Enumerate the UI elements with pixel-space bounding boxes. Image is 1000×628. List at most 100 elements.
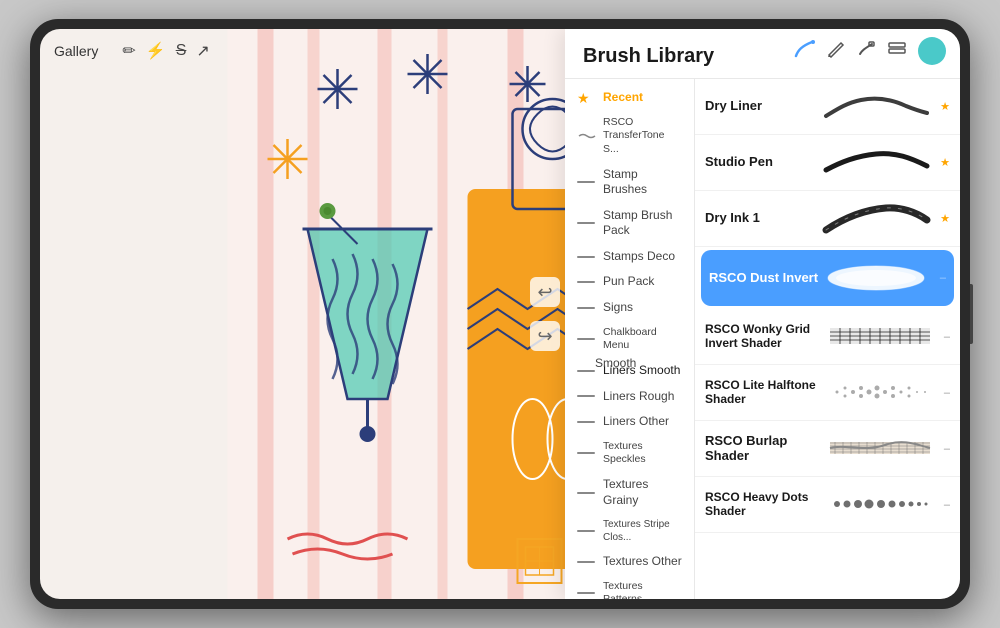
brush-item-rsco-lite[interactable]: RSCO Lite Halftone Shader [695, 365, 960, 421]
category-item-liners-smooth[interactable]: Liners Smooth [565, 358, 694, 384]
tex-stripe-icon [577, 524, 597, 538]
brush-item-studio-pen[interactable]: Studio Pen ★ [695, 135, 960, 191]
brush-item-dry-ink[interactable]: Dry Ink 1 ★ [695, 191, 960, 247]
category-item-stamps-deco[interactable]: Stamps Deco [565, 244, 694, 270]
category-label-recent: Recent [603, 90, 643, 106]
brush-name-rsco-lite: RSCO Lite Halftone Shader [705, 378, 825, 406]
smudge-tool-icon[interactable] [856, 40, 876, 63]
category-item-signs[interactable]: Signs [565, 295, 694, 321]
side-toolbar: ↩ ↪ [530, 277, 560, 351]
category-label-liners-rough: Liners Rough [603, 389, 674, 405]
brush-info-rsco-lite: RSCO Lite Halftone Shader [705, 378, 825, 408]
category-label-tex-stripe: Textures Stripe Clos... [603, 518, 682, 544]
stamp-icon [577, 175, 597, 189]
brush-name-dry-liner: Dry Liner [705, 98, 821, 113]
liners-rough-icon [577, 389, 597, 403]
toolbar-icons: ✏ ⚡ S ↗ [122, 41, 209, 61]
brush-name-rsco-burlap: RSCO Burlap Shader [705, 433, 825, 463]
brush-info-rsco-heavy: RSCO Heavy Dots Shader [705, 490, 825, 520]
category-item-tex-grainy[interactable]: Textures Grainy [565, 472, 694, 513]
brush-info-dry-ink: Dry Ink 1 [705, 210, 821, 227]
brush-name-studio-pen: Studio Pen [705, 154, 821, 169]
brush-preview-rsco-burlap [825, 430, 940, 468]
brush-item-rsco-dust[interactable]: RSCO Dust Invert – [701, 250, 954, 306]
liners-smooth-icon [577, 364, 597, 378]
category-item-stamp-pack[interactable]: Stamp Brush Pack [565, 203, 694, 244]
top-bar: Gallery ✏ ⚡ S ↗ [40, 29, 960, 73]
rsco-lite-star: – [944, 387, 950, 399]
chalkboard-icon [577, 332, 597, 346]
category-label-liners-other: Liners Other [603, 414, 669, 430]
undo-icon[interactable]: ↩ [530, 277, 560, 307]
ipad-screen: Gallery ✏ ⚡ S ↗ [40, 29, 960, 599]
category-label-stamp-pack: Stamp Brush Pack [603, 208, 682, 239]
stamp-pack-icon [577, 216, 597, 230]
dry-liner-star: ★ [940, 100, 950, 113]
transform-icon[interactable]: S [176, 42, 187, 60]
tex-patterns-icon [577, 586, 597, 599]
top-bar-right [794, 37, 946, 65]
category-item-stamp[interactable]: Stamp Brushes [565, 162, 694, 203]
side-button [970, 284, 973, 344]
brush-info-dry-liner: Dry Liner [705, 98, 821, 115]
brush-info-studio-pen: Studio Pen [705, 154, 821, 171]
category-label-tex-speckles: Textures Speckles [603, 440, 682, 467]
category-item-rsco[interactable]: RSCO TransferTone S... [565, 111, 694, 162]
category-label-liners-smooth: Liners Smooth [603, 363, 680, 379]
tex-speckles-icon [577, 446, 597, 460]
brush-name-rsco-heavy: RSCO Heavy Dots Shader [705, 490, 825, 518]
brush-name-rsco-dust: RSCO Dust Invert [709, 270, 821, 285]
rsco-wonky-star: – [944, 331, 950, 343]
redo-icon[interactable]: ↪ [530, 321, 560, 351]
brush-preview-rsco-dust [821, 259, 936, 297]
category-label-signs: Signs [603, 300, 633, 316]
brush-preview-rsco-heavy [825, 486, 940, 524]
category-label-stamps-deco: Stamps Deco [603, 249, 675, 265]
brush-name-rsco-wonky: RSCO Wonky Grid Invert Shader [705, 322, 825, 350]
brush-tool-icon[interactable] [794, 40, 816, 63]
stamps-deco-icon [577, 250, 597, 264]
rsco-burlap-star: – [944, 443, 950, 455]
signs-icon [577, 301, 597, 315]
avatar[interactable] [918, 37, 946, 65]
category-item-tex-stripe[interactable]: Textures Stripe Clos... [565, 513, 694, 549]
category-item-liners-rough[interactable]: Liners Rough [565, 384, 694, 410]
category-item-pun-pack[interactable]: Pun Pack [565, 269, 694, 295]
category-item-chalkboard[interactable]: Chalkboard Menu [565, 321, 694, 358]
category-item-tex-other[interactable]: Textures Other [565, 549, 694, 575]
category-item-liners-other[interactable]: Liners Other [565, 409, 694, 435]
modify-icon[interactable]: ✏ [122, 41, 135, 61]
layers-icon[interactable] [886, 40, 908, 63]
ipad-frame: Gallery ✏ ⚡ S ↗ [30, 19, 970, 609]
brush-item-rsco-burlap[interactable]: RSCO Burlap Shader [695, 421, 960, 477]
brush-item-dry-liner[interactable]: Dry Liner ★ [695, 79, 960, 135]
tex-grainy-icon [577, 486, 597, 500]
brush-preview-rsco-lite [825, 374, 940, 412]
pencil-tool-icon[interactable] [826, 40, 846, 63]
brush-preview-dry-liner [821, 88, 936, 126]
category-item-tex-speckles[interactable]: Textures Speckles [565, 435, 694, 472]
category-label-pun-pack: Pun Pack [603, 274, 654, 290]
category-item-tex-patterns[interactable]: Textures Patterns [565, 575, 694, 599]
studio-pen-star: ★ [940, 156, 950, 169]
brush-preview-dry-ink [821, 200, 936, 238]
brush-name-dry-ink: Dry Ink 1 [705, 210, 821, 225]
brush-library-body: ★ Recent RSCO TransferTone S... Stamp Br… [565, 79, 960, 599]
rsco-heavy-star: – [944, 499, 950, 511]
category-item-recent[interactable]: ★ Recent [565, 85, 694, 111]
brush-item-rsco-wonky[interactable]: RSCO Wonky Grid Invert Shader [695, 309, 960, 365]
gallery-button[interactable]: Gallery [54, 43, 98, 59]
category-label-tex-patterns: Textures Patterns [603, 580, 682, 599]
recent-star-icon: ★ [577, 91, 597, 105]
brush-info-rsco-burlap: RSCO Burlap Shader [705, 433, 825, 465]
brush-info-rsco-dust: RSCO Dust Invert [709, 270, 821, 287]
category-label-rsco: RSCO TransferTone S... [603, 116, 682, 157]
brush-info-rsco-wonky: RSCO Wonky Grid Invert Shader [705, 322, 825, 352]
category-list: ★ Recent RSCO TransferTone S... Stamp Br… [565, 79, 695, 599]
move-icon[interactable]: ↗ [196, 41, 209, 61]
brush-preview-rsco-wonky [825, 318, 940, 356]
brush-item-rsco-heavy[interactable]: RSCO Heavy Dots Shader [695, 477, 960, 533]
category-label-tex-other: Textures Other [603, 554, 682, 570]
rsco-dust-star: – [940, 272, 946, 284]
selection-icon[interactable]: ⚡ [146, 41, 166, 61]
